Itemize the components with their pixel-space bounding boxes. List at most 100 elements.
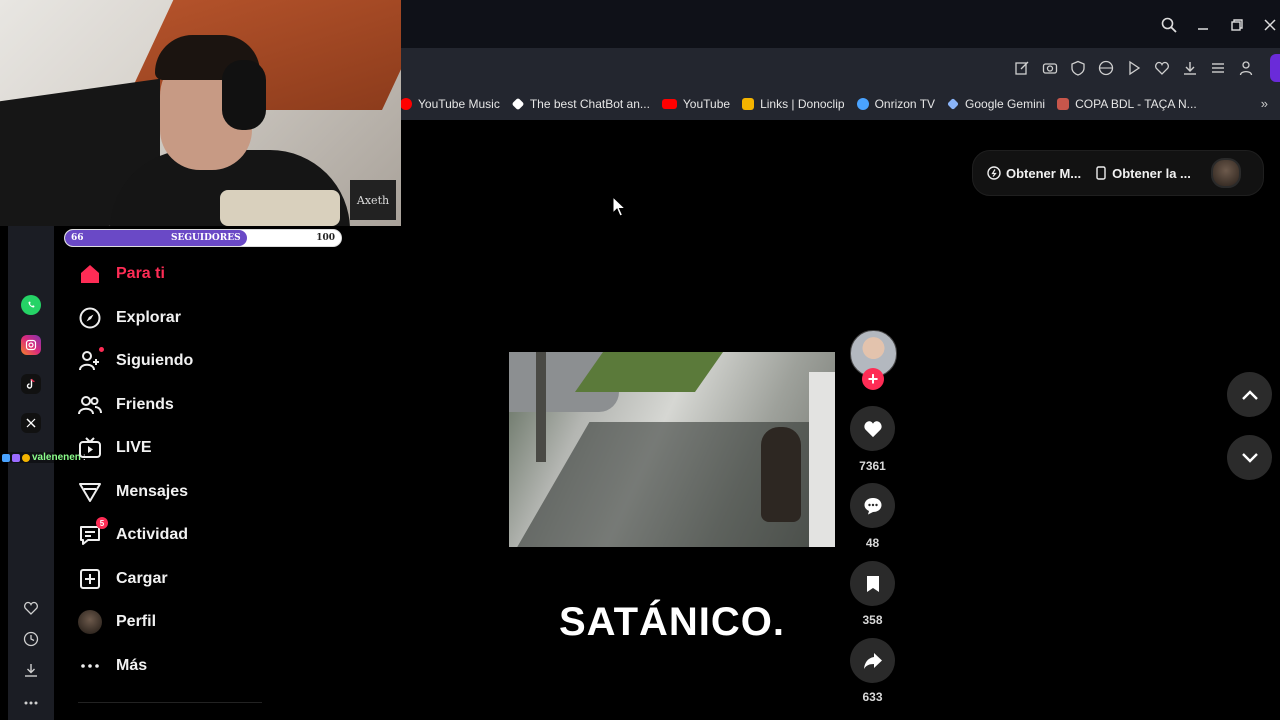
activity-icon: 5 [78, 517, 108, 547]
x-twitter-icon[interactable] [21, 413, 41, 433]
settings-sliders-icon[interactable] [1208, 58, 1228, 78]
edit-icon[interactable] [1012, 58, 1032, 78]
messages-icon [78, 480, 102, 504]
chevron-down-icon [1241, 452, 1258, 463]
friends-icon [78, 393, 102, 417]
more-dots-icon[interactable] [21, 693, 41, 713]
chat-badge-icon [22, 453, 30, 462]
nav-perfil[interactable]: Perfil [78, 607, 156, 637]
compass-icon [78, 306, 102, 330]
get-app-button[interactable]: Obtener M... [987, 166, 1081, 181]
get-desktop-button[interactable]: Obtener la ... [1095, 166, 1191, 181]
tiktok-icon[interactable] [21, 374, 41, 394]
chat-badge-icon [2, 453, 10, 462]
chat-badge-icon [12, 453, 20, 462]
nav-siguiendo[interactable]: Siguiendo [78, 346, 193, 376]
download-icon[interactable] [1180, 58, 1200, 78]
donoclip-icon [742, 98, 755, 110]
save-count: 358 [862, 613, 883, 627]
chevron-up-icon [1241, 389, 1258, 400]
comment-button[interactable] [850, 483, 895, 528]
webcam-overlay: Axeth [0, 0, 401, 226]
bookmark-youtube[interactable]: YouTube [661, 97, 730, 111]
activity-badge: 5 [96, 517, 108, 529]
youtube-icon [661, 99, 677, 109]
app-icon [987, 166, 1001, 180]
notification-dot [99, 347, 104, 352]
follower-current: 66 [71, 233, 84, 243]
chatbot-icon [511, 97, 525, 111]
nav-actividad[interactable]: 5 Actividad [78, 517, 188, 550]
follower-label: SEGUIDORES [171, 233, 241, 243]
bookmark-icon [866, 575, 879, 592]
chat-username: valenenen [32, 452, 81, 463]
nav-para-ti[interactable]: Para ti [78, 259, 165, 289]
video-person [761, 427, 801, 522]
bookmarks-overflow-icon[interactable]: » [1261, 96, 1268, 111]
video-grass [574, 352, 724, 392]
bookmark-chatbot[interactable]: The best ChatBot an... [511, 97, 650, 111]
camera-icon[interactable] [1040, 58, 1060, 78]
video-player[interactable] [509, 352, 835, 547]
top-actions-pill: Obtener M... Obtener la ... [972, 150, 1264, 196]
heart-icon[interactable] [1152, 58, 1172, 78]
video-wall [809, 372, 835, 547]
nav-mas[interactable]: Más [78, 651, 147, 681]
profile-chip[interactable] [1270, 54, 1280, 82]
whatsapp-icon[interactable] [21, 295, 41, 315]
previous-video-button[interactable] [1227, 372, 1272, 417]
history-clock-icon[interactable] [21, 629, 41, 649]
comment-count: 48 [865, 536, 880, 550]
cam-microphone [220, 190, 340, 226]
live-icon [78, 436, 102, 460]
like-button[interactable] [850, 406, 895, 451]
like-count: 7361 [859, 459, 886, 473]
account-icon[interactable] [1236, 58, 1256, 78]
next-video-button[interactable] [1227, 435, 1272, 480]
downloads-icon[interactable] [21, 660, 41, 680]
follower-goal-bar: 66 SEGUIDORES 100 [64, 229, 342, 247]
share-button[interactable] [850, 638, 895, 683]
mouse-cursor-icon [612, 196, 626, 217]
webcam-logo: Axeth [350, 180, 396, 220]
bookmark-youtube-music[interactable]: YouTube Music [400, 97, 500, 111]
comment-icon [864, 497, 881, 514]
follower-goal: 100 [316, 233, 335, 243]
share-count: 633 [862, 690, 883, 704]
bookmark-copa-bdl[interactable]: COPA BDL - TAÇA N... [1057, 97, 1197, 111]
vpn-icon[interactable] [1096, 58, 1116, 78]
more-icon [78, 654, 102, 678]
cam-headset [222, 60, 266, 130]
home-icon [78, 262, 102, 286]
save-button[interactable] [850, 561, 895, 606]
bookmark-donoclip[interactable]: Links | Donoclip [742, 97, 845, 111]
bookmark-gemini[interactable]: Google Gemini [947, 97, 1045, 111]
onrizon-icon [856, 98, 869, 110]
close-icon[interactable] [1259, 14, 1280, 36]
play-icon[interactable] [1124, 58, 1144, 78]
follow-plus-icon[interactable]: + [862, 368, 884, 390]
nav-mensajes[interactable]: Mensajes [78, 477, 188, 507]
minimize-icon[interactable] [1192, 14, 1214, 36]
video-caption: SATÁNICO. [558, 600, 786, 644]
following-icon [78, 347, 104, 373]
instagram-icon[interactable] [21, 335, 41, 355]
restore-icon[interactable] [1226, 14, 1248, 36]
nav-divider [78, 702, 262, 703]
share-icon [863, 652, 882, 669]
search-icon[interactable] [1158, 14, 1180, 36]
favorites-heart-icon[interactable] [21, 598, 41, 618]
youtube-music-icon [400, 98, 412, 110]
nav-explorar[interactable]: Explorar [78, 303, 181, 333]
nav-live[interactable]: LIVE [78, 433, 152, 463]
profile-avatar [78, 610, 102, 634]
nav-cargar[interactable]: Cargar [78, 564, 168, 594]
upload-icon [78, 567, 102, 591]
phone-icon [1096, 166, 1106, 180]
bookmark-onrizon[interactable]: Onrizon TV [856, 97, 935, 111]
nav-friends[interactable]: Friends [78, 390, 174, 420]
user-avatar[interactable] [1210, 158, 1241, 188]
video-pole [536, 352, 546, 462]
heart-icon [863, 420, 882, 437]
shield-icon[interactable] [1068, 58, 1088, 78]
